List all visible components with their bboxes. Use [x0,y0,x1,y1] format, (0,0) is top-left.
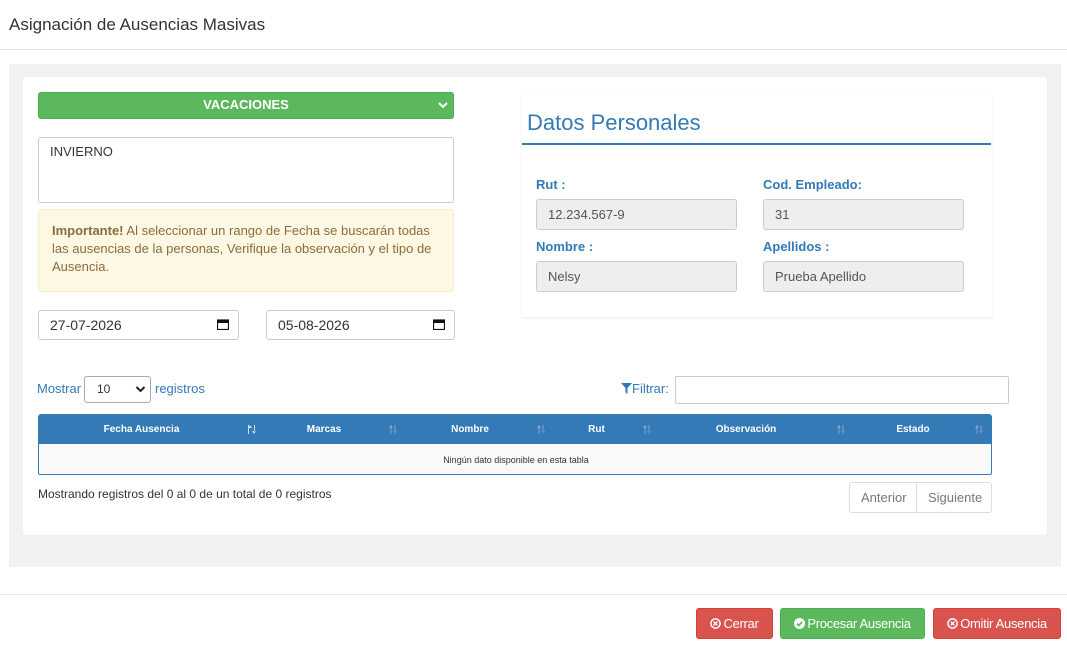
page-size-value: 10 [97,382,111,396]
absence-type-select[interactable]: VACACIONES [38,92,454,119]
column-header-estado[interactable]: Estado [849,415,977,444]
sort-icon [248,425,256,434]
divider [522,143,991,145]
close-button[interactable]: Cerrar [696,608,773,639]
sort-icon [975,425,983,434]
personal-data-title: Datos Personales [527,110,701,135]
absence-type-value: VACACIONES [203,97,289,112]
lastname-label: Apellidos : [763,239,830,254]
process-absence-label: Procesar Ausencia [807,616,911,631]
modal-header: Asignación de Ausencias Masivas [0,0,1067,50]
date-from-value: 27-07-2026 [50,317,122,333]
absences-table: Fecha Ausencia Marcas Nombre Rut Observa… [38,414,992,475]
calendar-icon[interactable] [217,319,229,330]
column-header-rut[interactable]: Rut [549,415,644,444]
employee-code-field: 31 [763,199,964,230]
table-empty-row: Ningún dato disponible en esta tabla [39,444,991,474]
chevron-down-icon [438,102,448,109]
column-header-fecha[interactable]: Fecha Ausencia [39,415,244,444]
sort-icon [643,425,651,434]
observation-textarea[interactable]: INVIERNO [38,137,454,203]
filter-label: Filtrar: [621,381,669,396]
calendar-icon[interactable] [433,319,445,330]
filter-label-text: Filtrar: [632,381,669,396]
sort-icon [537,425,545,434]
table-header: Fecha Ausencia Marcas Nombre Rut Observa… [39,415,991,444]
skip-absence-label: Omitir Ausencia [960,616,1047,631]
next-page-button[interactable]: Siguiente [917,482,992,513]
show-label: Mostrar [37,381,82,396]
rut-label: Rut : [536,177,566,192]
date-to-value: 05-08-2026 [278,317,350,333]
date-to-input[interactable]: 05-08-2026 [266,310,455,340]
check-circle-icon [794,618,806,629]
rut-field: 12.234.567-9 [536,199,737,230]
name-field: Nelsy [536,261,737,292]
lastname-field: Prueba Apellido [763,261,964,292]
close-button-label: Cerrar [723,616,759,631]
page-size-select[interactable]: 10 [84,376,151,403]
table-info: Mostrando registros del 0 al 0 de un tot… [38,487,332,501]
column-header-marcas[interactable]: Marcas [259,415,389,444]
sort-icon [389,425,397,434]
skip-absence-button[interactable]: Omitir Ausencia [933,608,1061,639]
employee-code-label: Cod. Empleado: [763,177,862,192]
column-header-observacion[interactable]: Observación [656,415,836,444]
records-label: registros [155,381,205,396]
close-circle-icon [947,618,959,629]
sort-icon [837,425,845,434]
name-label: Nombre : [536,239,594,254]
chevron-down-icon [135,386,146,393]
process-absence-button[interactable]: Procesar Ausencia [780,608,925,639]
filter-input[interactable] [675,376,1009,404]
close-circle-icon [710,618,722,629]
warning-alert: Importante! Al seleccionar un rango de F… [38,209,454,292]
filter-icon [621,383,632,394]
previous-page-button[interactable]: Anterior [849,482,917,513]
pagination: Anterior Siguiente [849,482,992,513]
footer-divider [0,594,1067,595]
date-from-input[interactable]: 27-07-2026 [38,310,239,340]
modal-title: Asignación de Ausencias Masivas [9,15,266,34]
alert-strong: Importante! [52,223,124,238]
column-header-nombre[interactable]: Nombre [401,415,539,444]
